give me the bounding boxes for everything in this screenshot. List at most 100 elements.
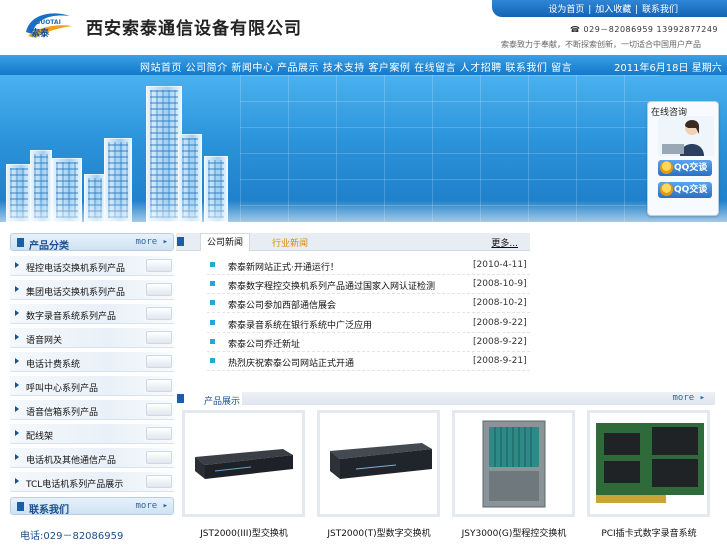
top-links-bar: 设为首页 | 加入收藏 | 联系我们 bbox=[492, 0, 727, 17]
bullet-icon bbox=[210, 281, 215, 286]
set-homepage-link[interactable]: 设为首页 bbox=[548, 5, 584, 15]
sidebar-category-item[interactable]: 数字录音系统系列产品 bbox=[10, 304, 174, 324]
products-title: 产品展示 bbox=[204, 397, 241, 407]
bullet-icon bbox=[210, 300, 215, 305]
site-header: SUOTAI 索泰 西安索泰通信设备有限公司 设为首页 | 加入收藏 | 联系我… bbox=[0, 0, 727, 55]
arrow-right-icon bbox=[15, 382, 19, 388]
item-tab-decoration bbox=[146, 283, 172, 296]
product-category-header: 产品分类 more ▸ bbox=[10, 233, 174, 252]
hero-banner bbox=[0, 75, 727, 222]
products-more-link[interactable]: more ▸ bbox=[672, 393, 705, 403]
sidebar-category-item[interactable]: 语音网关 bbox=[10, 328, 174, 348]
arrow-right-icon bbox=[15, 310, 19, 316]
sidebar-category-item[interactable]: 呼叫中心系列产品 bbox=[10, 376, 174, 396]
bullet-icon bbox=[210, 358, 215, 363]
products-header: 产品展示 more ▸ bbox=[176, 392, 715, 407]
support-agent-icon bbox=[658, 116, 714, 156]
product-name[interactable]: JSY3000(G)型程控交换机 bbox=[449, 526, 579, 539]
products-header-bar bbox=[242, 392, 715, 405]
arrow-right-icon bbox=[15, 406, 19, 412]
news-item[interactable]: 索泰数字程控交换机系列产品通过国家入网认证检测 [2008-10-9] bbox=[207, 275, 530, 294]
news-date: [2008-10-9] bbox=[473, 279, 527, 289]
svg-text:SUOTAI: SUOTAI bbox=[36, 19, 61, 26]
contact-us-link[interactable]: 联系我们 bbox=[642, 5, 678, 15]
svg-text:索泰: 索泰 bbox=[31, 27, 50, 39]
top-links: 设为首页 | 加入收藏 | 联系我们 bbox=[548, 5, 678, 15]
arrow-right-icon bbox=[15, 454, 19, 460]
product-image-card[interactable] bbox=[317, 410, 440, 517]
main-nav: 网站首页 公司简介 新闻中心 产品展示 技术支持 客户案例 在线留言 人才招聘 … bbox=[0, 55, 727, 75]
contact-us-header: 联系我们 more ▸ bbox=[10, 497, 174, 516]
qq-chat-button-2[interactable]: QQ交谈 bbox=[658, 182, 712, 198]
product-image-card[interactable] bbox=[587, 410, 710, 517]
category-more-link[interactable]: more ▸ bbox=[135, 237, 168, 247]
product-category-title: 产品分类 bbox=[29, 241, 69, 252]
sidebar-category-item[interactable]: 配线架 bbox=[10, 424, 174, 444]
section-marker-icon bbox=[17, 502, 24, 511]
news-item[interactable]: 热烈庆祝索泰公司网站正式开通 [2008-9-21] bbox=[207, 352, 530, 371]
product-name[interactable]: PCI插卡式数字录音系统 bbox=[584, 526, 714, 539]
sidebar-category-item[interactable]: 电话计费系统 bbox=[10, 352, 174, 372]
digital-switch-device-image bbox=[330, 443, 432, 479]
news-date: [2010-4-11] bbox=[473, 260, 527, 270]
tab-company-news[interactable]: 公司新闻 bbox=[200, 233, 250, 251]
qq-chat-button-1[interactable]: QQ交谈 bbox=[658, 160, 712, 176]
cabinet-switch-device-image bbox=[482, 420, 546, 508]
bullet-icon bbox=[210, 320, 215, 325]
online-consult-widget: 在线咨询 QQ交谈 QQ交谈 bbox=[647, 101, 719, 216]
news-tabs: 公司新闻 行业新闻 更多... bbox=[176, 233, 530, 251]
news-title[interactable]: 热烈庆祝索泰公司网站正式开通 bbox=[228, 356, 354, 369]
logo-swoosh-icon: SUOTAI 索泰 bbox=[26, 13, 72, 39]
arrow-right-icon bbox=[15, 358, 19, 364]
news-more-link[interactable]: 更多... bbox=[491, 236, 518, 249]
arrow-right-icon bbox=[15, 334, 19, 340]
nav-date: 2011年6月18日 星期六 bbox=[614, 63, 722, 74]
company-name: 西安索泰通信设备有限公司 bbox=[86, 19, 302, 39]
news-title[interactable]: 索泰录音系统在银行系统中广泛应用 bbox=[228, 318, 372, 331]
news-item[interactable]: 索泰录音系统在银行系统中广泛应用 [2008-9-22] bbox=[207, 314, 530, 333]
news-item[interactable]: 索泰公司参加西部通信展会 [2008-10-2] bbox=[207, 294, 530, 313]
category-label: 电话机及其他通信产品 bbox=[26, 456, 117, 466]
sidebar-category-item[interactable]: 程控电话交换机系列产品 bbox=[10, 256, 174, 276]
item-tab-decoration bbox=[146, 259, 172, 272]
contact-phone: 电话:029－82086959 bbox=[20, 531, 124, 542]
category-label: 呼叫中心系列产品 bbox=[26, 384, 99, 394]
sidebar-category-item[interactable]: 集团电话交换机系列产品 bbox=[10, 280, 174, 300]
header-phone: ☎ 029－82086959 13992877249 bbox=[570, 25, 719, 34]
section-marker-icon bbox=[177, 237, 184, 246]
category-label: 电话计费系统 bbox=[26, 360, 81, 370]
contact-more-link[interactable]: more ▸ bbox=[135, 501, 168, 511]
product-name[interactable]: JST2000(T)型数字交换机 bbox=[314, 526, 444, 539]
product-image-card[interactable] bbox=[452, 410, 575, 517]
banner-floor-glow bbox=[0, 200, 727, 222]
section-marker-icon bbox=[177, 394, 184, 403]
item-tab-decoration bbox=[146, 355, 172, 368]
news-date: [2008-10-2] bbox=[473, 298, 527, 308]
news-date: [2008-9-22] bbox=[473, 337, 527, 347]
product-image-card[interactable] bbox=[182, 410, 305, 517]
add-favorite-link[interactable]: 加入收藏 bbox=[595, 5, 631, 15]
sidebar-category-item[interactable]: 语音信箱系列产品 bbox=[10, 400, 174, 420]
category-label: TCL电话机系列产品展示 bbox=[26, 480, 124, 490]
nav-menu-items[interactable]: 网站首页 公司简介 新闻中心 产品展示 技术支持 客户案例 在线留言 人才招聘 … bbox=[140, 59, 572, 74]
news-title[interactable]: 索泰新网站正式·开通运行！ bbox=[228, 260, 339, 273]
news-date: [2008-9-22] bbox=[473, 318, 527, 328]
sidebar-category-item[interactable]: 电话机及其他通信产品 bbox=[10, 448, 174, 468]
header-slogan: 索泰致力于奉献，不断探索创新，一切适合中国用户产品 bbox=[501, 40, 701, 49]
product-name[interactable]: JST2000(III)型交换机 bbox=[179, 526, 309, 539]
sidebar-category-item[interactable]: TCL电话机系列产品展示 bbox=[10, 472, 174, 492]
news-title[interactable]: 索泰公司乔迁新址 bbox=[228, 337, 300, 350]
news-title[interactable]: 索泰数字程控交换机系列产品通过国家入网认证检测 bbox=[228, 279, 435, 292]
bullet-icon bbox=[210, 262, 215, 267]
company-logo[interactable]: SUOTAI 索泰 bbox=[22, 10, 74, 40]
news-item[interactable]: 索泰新网站正式·开通运行！ [2010-4-11] bbox=[207, 256, 530, 275]
item-tab-decoration bbox=[146, 379, 172, 392]
news-title[interactable]: 索泰公司参加西部通信展会 bbox=[228, 298, 336, 311]
arrow-right-icon bbox=[15, 478, 19, 484]
category-label: 数字录音系统系列产品 bbox=[26, 312, 117, 322]
item-tab-decoration bbox=[146, 307, 172, 320]
news-item[interactable]: 索泰公司乔迁新址 [2008-9-22] bbox=[207, 333, 530, 352]
category-label: 语音网关 bbox=[26, 336, 63, 346]
contact-us-title: 联系我们 bbox=[29, 505, 69, 516]
tab-industry-news[interactable]: 行业新闻 bbox=[272, 236, 308, 249]
